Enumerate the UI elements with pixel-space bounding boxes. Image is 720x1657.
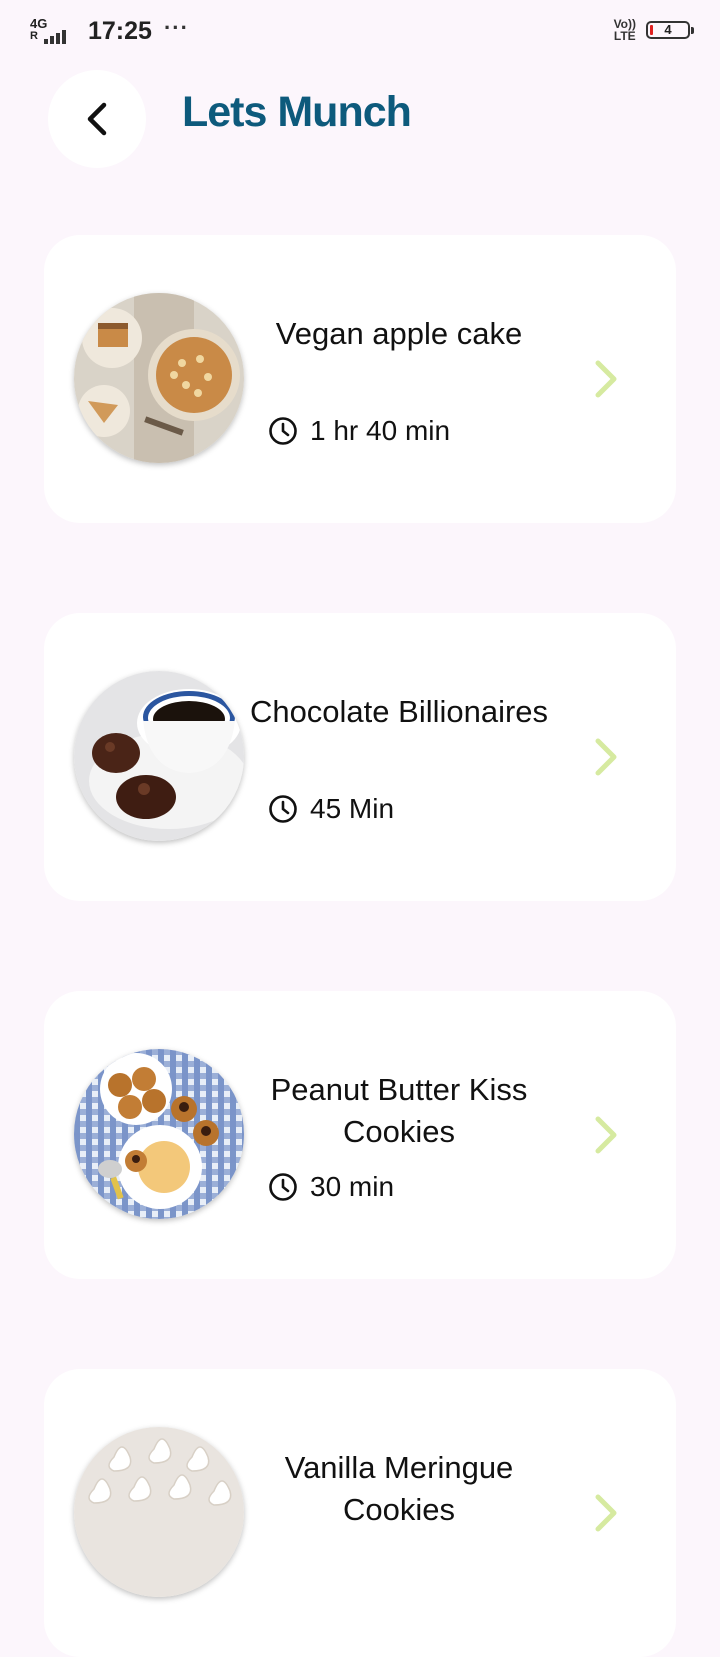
recipe-card-chocolate-billionaires[interactable]: Chocolate Billionaires 45 Min [44,613,676,901]
recipe-image [74,1427,244,1597]
chevron-right-icon[interactable] [592,357,622,401]
recipe-time-label: 30 min [310,1171,395,1202]
lte-label: LTE [613,29,636,43]
signal-icon [44,30,66,44]
roaming-indicator: R [30,30,38,42]
back-button[interactable] [48,70,146,168]
page-title: Lets Munch [182,88,412,136]
clock-icon [269,1173,297,1201]
recipe-title: Chocolate Billionaires [249,694,549,729]
more-notifications-icon: ··· [163,15,189,40]
recipe-time-label: 1 hr 40 min [310,415,451,446]
chevron-right-icon[interactable] [592,735,622,779]
recipe-card-vanilla-meringue-cookies[interactable]: Vanilla Meringue Cookies [44,1369,676,1657]
clock-icon [269,795,297,823]
recipe-image [74,1049,244,1219]
status-bar: 4G R 17:25 ··· Vo)) LTE 4 [0,0,720,64]
recipe-card-peanut-butter-kiss-cookies[interactable]: Peanut Butter Kiss Cookies 30 min [44,991,676,1279]
chevron-left-icon [87,102,107,136]
network-indicator: 4G R [30,16,70,46]
recipe-image [74,293,244,463]
recipe-card-vegan-apple-cake[interactable]: Vegan apple cake 1 hr 40 min [44,235,676,523]
battery-icon: 4 [646,21,694,39]
recipe-time-label: 45 Min [310,793,395,824]
clock: 17:25 [88,16,152,45]
clock-icon [269,417,297,445]
recipe-time: 30 min [268,1171,394,1203]
recipe-time: 45 Min [268,793,394,825]
network-type: 4G [30,16,48,31]
volte-indicator: Vo)) LTE [614,18,636,42]
chevron-right-icon[interactable] [592,1491,622,1535]
chevron-right-icon[interactable] [592,1113,622,1157]
recipe-title: Peanut Butter Kiss Cookies [270,1072,528,1149]
recipe-title: Vanilla Meringue Cookies [284,1450,514,1527]
recipe-image [74,671,244,841]
recipe-title: Vegan apple cake [275,316,523,351]
recipe-time: 1 hr 40 min [268,415,450,447]
